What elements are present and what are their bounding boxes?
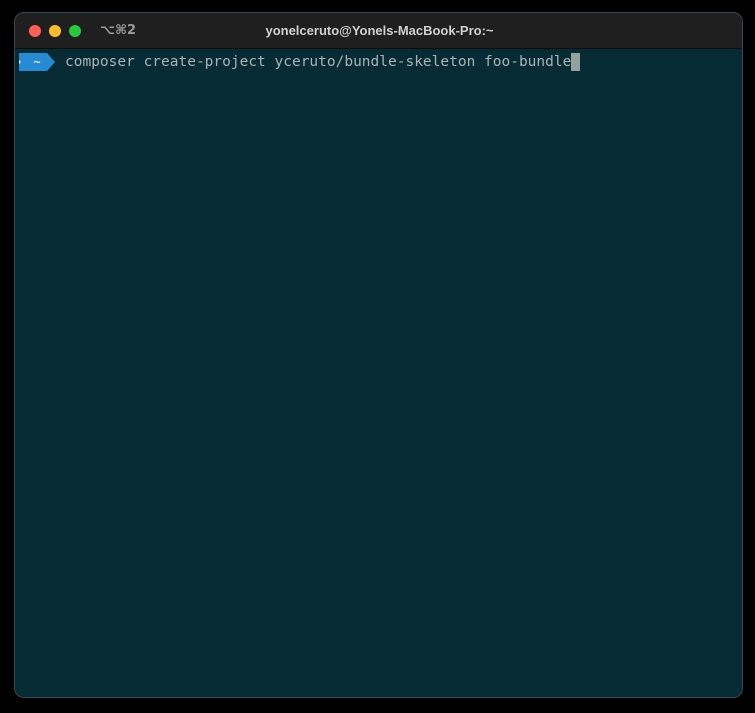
window-title: yonelceruto@Yonels-MacBook-Pro:~ — [265, 23, 494, 38]
prompt-directory: ~ — [33, 55, 41, 69]
prompt-line: ~ composer create-project yceruto/bundle… — [15, 53, 742, 71]
terminal-content[interactable]: ~ composer create-project yceruto/bundle… — [15, 49, 742, 697]
command-text: composer create-project yceruto/bundle-s… — [65, 53, 581, 71]
command-input: composer create-project yceruto/bundle-s… — [65, 54, 572, 70]
title-bar[interactable]: ⌥⌘2 yonelceruto@Yonels-MacBook-Pro:~ — [15, 13, 742, 49]
text-cursor — [571, 53, 581, 71]
terminal-window[interactable]: ⌥⌘2 yonelceruto@Yonels-MacBook-Pro:~ ~ c… — [14, 12, 743, 698]
prompt-directory-segment: ~ — [19, 53, 55, 71]
